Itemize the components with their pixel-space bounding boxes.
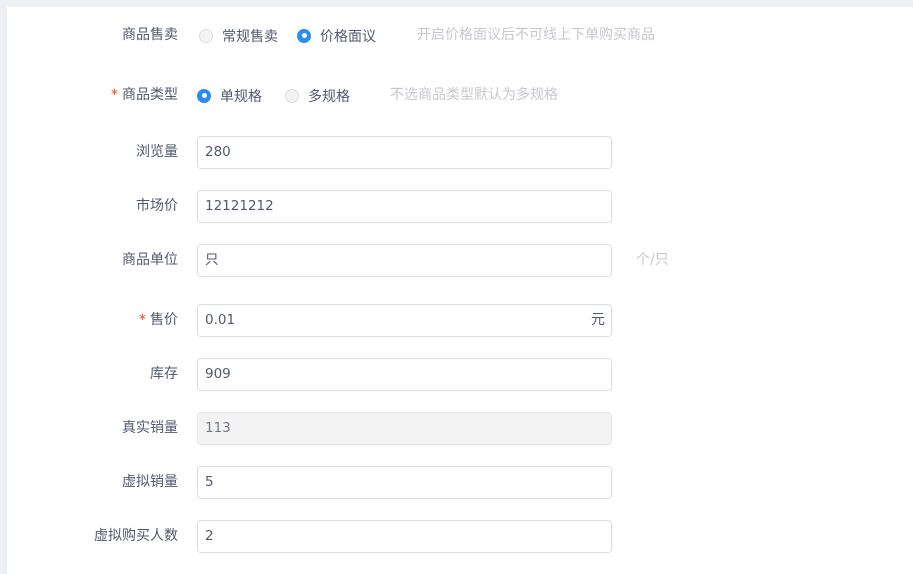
virtual-buyers-value: 2 [205,528,214,544]
real-sales-label: 真实销量 [122,420,178,436]
unit-value: 只 [205,252,219,268]
virtual-buyers-input[interactable]: 2 [197,520,612,553]
views-label: 浏览量 [136,144,178,160]
virtual-sales-label: 虚拟销量 [122,474,178,490]
sale-mode-hint: 开启价格面议后不可线上下单购买商品 [417,27,655,43]
product-type-option-multi-label: 多规格 [308,88,350,105]
product-type-option-single-label: 单规格 [220,88,262,105]
price-currency-suffix: 元 [591,312,605,328]
real-sales-row: 真实销量 113 [7,412,913,445]
price-input[interactable]: 0.01 元 [197,304,612,337]
unit-input[interactable]: 只 [197,244,612,277]
virtual-sales-row: 虚拟销量 5 [7,466,913,499]
product-type-option-single[interactable]: 单规格 [197,79,262,112]
stock-label: 库存 [150,366,178,382]
radio-unchecked-icon [285,88,299,103]
views-row: 浏览量 280 [7,136,913,169]
market-price-row: 市场价 12121212 [7,190,913,223]
required-mark: * [111,87,118,103]
virtual-buyers-label: 虚拟购买人数 [94,528,178,544]
market-price-input[interactable]: 12121212 [197,190,612,223]
virtual-buyers-row: 虚拟购买人数 2 [7,520,913,553]
real-sales-value: 113 [205,420,231,436]
product-type-hint: 不选商品类型默认为多规格 [390,87,558,103]
views-input[interactable]: 280 [197,136,612,169]
product-type-row: * 商品类型 单规格 多规格 不选商品类型默认为多规格 [7,79,913,112]
product-type-label: * 商品类型 [111,87,178,103]
virtual-sales-value: 5 [205,474,214,490]
stock-value: 909 [205,366,231,382]
unit-hint: 个/只 [636,252,669,268]
sale-mode-row: 商品售卖 常规售卖 价格面议 开启价格面议后不可线上下单购买商品 [7,19,913,52]
price-value: 0.01 [205,312,236,328]
price-label: * 售价 [139,312,178,328]
required-mark: * [139,312,146,328]
sale-mode-option-regular[interactable]: 常规售卖 [199,19,278,52]
radio-checked-icon [297,28,311,43]
views-value: 280 [205,144,231,160]
price-row: * 售价 0.01 元 [7,304,913,337]
sale-mode-label: 商品售卖 [122,27,178,43]
product-type-option-multi[interactable]: 多规格 [285,79,350,112]
stock-input[interactable]: 909 [197,358,612,391]
market-price-value: 12121212 [205,198,274,214]
virtual-sales-input[interactable]: 5 [197,466,612,499]
radio-checked-icon [197,88,211,103]
unit-row: 商品单位 只 个/只 [7,244,913,277]
market-price-label: 市场价 [136,198,178,214]
sale-mode-option-regular-label: 常规售卖 [222,28,278,45]
sale-mode-option-negotiable[interactable]: 价格面议 [297,19,376,52]
real-sales-input: 113 [197,412,612,445]
unit-label: 商品单位 [122,252,178,268]
radio-unchecked-icon [199,28,213,43]
sale-mode-option-negotiable-label: 价格面议 [320,28,376,45]
stock-row: 库存 909 [7,358,913,391]
product-form-panel: 商品售卖 常规售卖 价格面议 开启价格面议后不可线上下单购买商品 * 商品类型 单… [7,7,913,574]
